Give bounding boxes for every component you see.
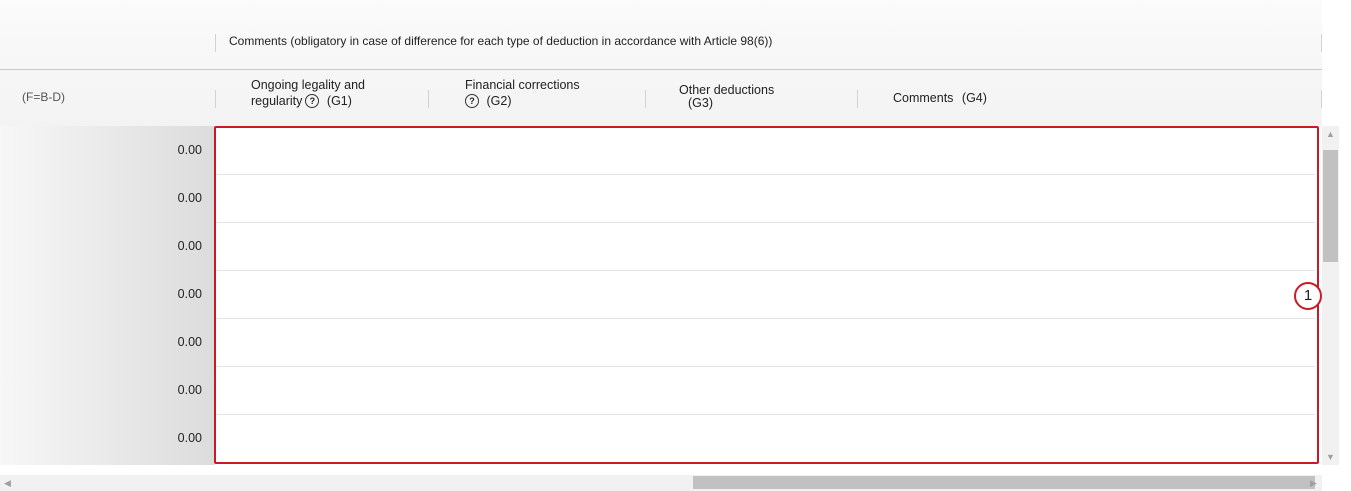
group-title: Comments (obligatory in case of differen… <box>229 34 773 48</box>
horizontal-scroll-thumb[interactable] <box>693 476 1315 489</box>
column-header-g3[interactable]: Other deductions (G3) <box>679 82 774 111</box>
column-header-g2-line2: ? (G2) <box>465 93 580 110</box>
scroll-down-arrow-icon[interactable]: ▼ <box>1326 452 1335 462</box>
value-cell: 0.00 <box>177 335 202 349</box>
value-cell: 0.00 <box>177 143 202 157</box>
header-divider[interactable] <box>645 90 646 108</box>
header-divider[interactable] <box>428 90 429 108</box>
column-header-g1-code: (G1) <box>326 94 352 108</box>
table-header: Comments (obligatory in case of differen… <box>0 0 1322 126</box>
fbd-value-column: 0.00 0.00 0.00 0.00 0.00 0.00 0.00 <box>0 126 215 465</box>
column-header-row: (F=B-D) Ongoing legality and regularity?… <box>0 70 1322 126</box>
column-header-g2-line1: Financial corrections <box>465 78 580 92</box>
column-header-g4[interactable]: Comments (G4) <box>893 90 987 106</box>
value-cell: 0.00 <box>177 191 202 205</box>
column-header-g4-code: (G4) <box>961 91 987 105</box>
question-circle-icon[interactable]: ? <box>305 93 320 108</box>
column-header-g1-label: regularity <box>251 94 303 108</box>
header-divider[interactable] <box>1321 34 1322 52</box>
value-cell: 0.00 <box>177 383 202 397</box>
column-header-g2[interactable]: Financial corrections ? (G2) <box>465 77 580 110</box>
highlight-box <box>214 126 1319 464</box>
column-header-g4-label: Comments <box>893 91 954 105</box>
value-cell: 0.00 <box>177 287 202 301</box>
column-header-g1-line2: regularity? (G1) <box>251 93 365 110</box>
scroll-right-arrow-icon[interactable]: ▶ <box>1310 478 1317 489</box>
value-cell: 0.00 <box>177 239 202 253</box>
header-divider[interactable] <box>215 34 216 52</box>
value-cell: 0.00 <box>177 431 202 445</box>
header-divider[interactable] <box>215 90 216 108</box>
column-header-g1-line1: Ongoing legality and <box>251 78 365 92</box>
column-header-g1[interactable]: Ongoing legality and regularity? (G1) <box>251 77 365 110</box>
header-divider[interactable] <box>1321 90 1322 108</box>
scroll-left-arrow-icon[interactable]: ◀ <box>4 478 11 489</box>
column-header-g2-code: (G2) <box>486 94 512 108</box>
column-header-fbd[interactable]: (F=B-D) <box>22 89 65 105</box>
header-divider[interactable] <box>857 90 858 108</box>
column-group-header: Comments (obligatory in case of differen… <box>0 12 1322 70</box>
callout-marker: 1 <box>1294 282 1322 310</box>
question-circle-icon[interactable]: ? <box>465 93 479 108</box>
vertical-scroll-thumb[interactable] <box>1323 150 1338 262</box>
scroll-up-arrow-icon[interactable]: ▲ <box>1326 129 1335 139</box>
